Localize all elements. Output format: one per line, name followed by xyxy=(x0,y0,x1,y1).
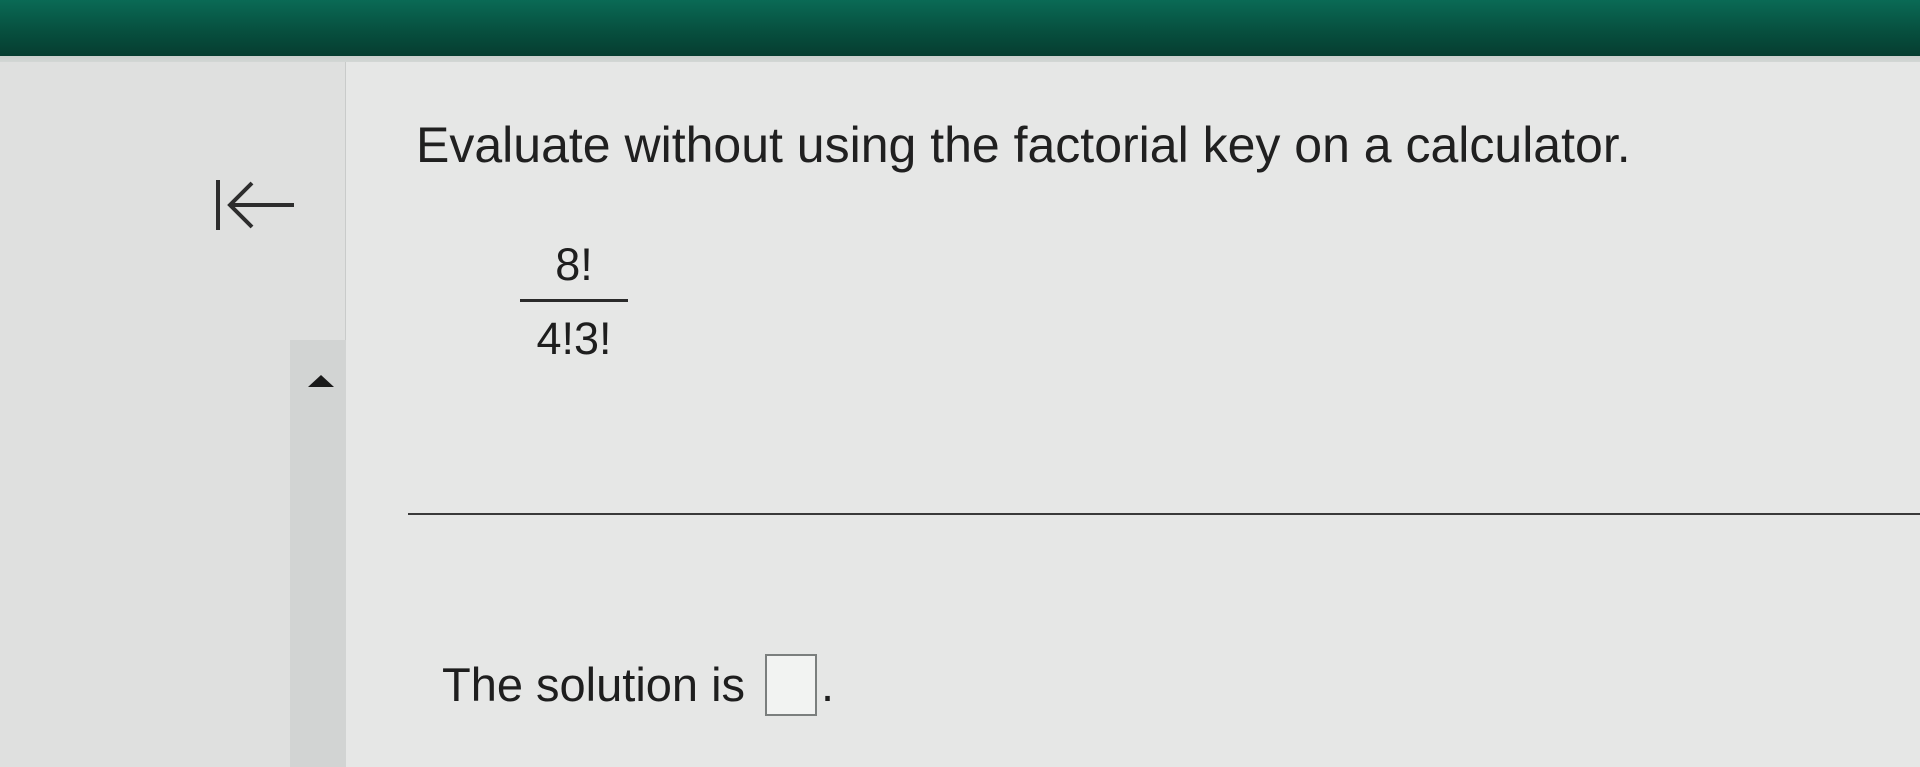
first-question-arrow-icon xyxy=(216,180,294,230)
scroll-up-button[interactable] xyxy=(302,366,340,396)
fraction-denominator: 4!3! xyxy=(536,313,612,364)
answer-prompt: The solution is xyxy=(442,658,746,711)
answer-period: . xyxy=(821,658,835,711)
scroll-up-triangle-icon xyxy=(308,375,334,387)
question-instruction: Evaluate without using the factorial key… xyxy=(416,117,1631,173)
section-divider xyxy=(408,513,1920,515)
first-question-button[interactable] xyxy=(208,160,298,250)
top-bar xyxy=(0,0,1920,56)
answer-row: The solution is . xyxy=(442,650,834,720)
fraction-numerator: 8! xyxy=(555,239,593,290)
factorial-fraction: 8! 4!3! xyxy=(520,238,628,366)
answer-input[interactable] xyxy=(765,654,818,716)
fraction-bar xyxy=(520,299,628,302)
